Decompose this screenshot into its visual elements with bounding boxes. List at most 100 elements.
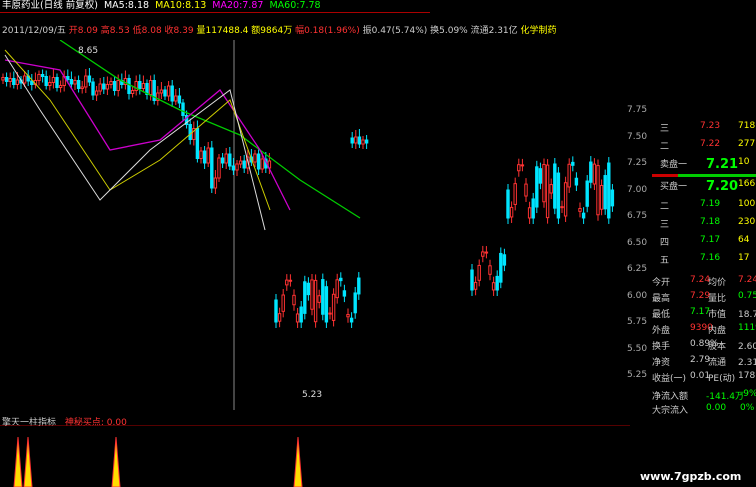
candle-body — [357, 136, 362, 145]
candlestick-chart[interactable]: 8.65 5.23 — [0, 40, 625, 410]
candle-body — [199, 150, 203, 159]
candle-body — [556, 172, 561, 219]
candle-body — [242, 160, 246, 169]
candle-body — [331, 293, 336, 321]
candle-body — [213, 177, 218, 189]
ma60-value: 7.78 — [299, 0, 321, 11]
candle-body — [235, 163, 239, 171]
stock-title: 丰原药业(日线 前复权) MA5:8.18 MA10:8.13 MA20:7.8… — [2, 0, 321, 12]
info-close: 收8.39 — [164, 26, 194, 36]
ma20-label: MA20: — [212, 0, 243, 11]
candle-body — [105, 84, 110, 90]
candle-body — [109, 81, 113, 85]
flow-key: 大宗流入 — [652, 406, 689, 416]
candle-body — [80, 86, 84, 89]
candle-body — [288, 279, 293, 282]
candle-body — [353, 292, 357, 314]
info-date: 2011/12/09/五 — [2, 26, 66, 36]
price-axis-label: 5.75 — [627, 317, 648, 327]
buy-signal-spike — [23, 436, 33, 487]
bid-level: 五 — [660, 256, 670, 266]
info-low: 低8.08 — [132, 26, 162, 36]
candle-body — [509, 206, 514, 218]
candle-body — [73, 80, 77, 85]
candle-body — [202, 150, 207, 164]
candle-body — [260, 158, 264, 170]
bid-price: 7.20 — [706, 179, 739, 194]
price-axis-label: 5.50 — [627, 343, 648, 354]
candle-body — [210, 147, 214, 189]
candle-body — [364, 139, 369, 144]
candle-body — [127, 78, 131, 94]
candle-body — [585, 180, 589, 207]
candle-body — [592, 163, 597, 185]
candle-body — [342, 290, 347, 297]
candle-body — [574, 177, 579, 186]
candle-body — [174, 95, 178, 102]
bid-row: 五 7.16 17 — [652, 253, 756, 267]
candle-body — [12, 78, 16, 85]
candle-body — [549, 184, 553, 194]
stat-row: 最高 7.29 量比 0.75 — [652, 291, 756, 305]
info-open: 开8.09 — [68, 26, 98, 36]
stat-key-2: 内盘 — [708, 326, 727, 336]
stat-value-2: 2.31亿 — [738, 358, 756, 368]
candle-body — [8, 78, 12, 82]
candle-body — [299, 306, 303, 323]
info-turnover: 换5.09% — [430, 26, 468, 36]
ma5-value: 8.18 — [127, 0, 150, 11]
candle-body — [166, 85, 171, 97]
bid-volume: 100 — [738, 199, 756, 209]
candle-body — [55, 77, 59, 88]
candle-body — [506, 189, 510, 219]
candle-body — [339, 277, 343, 282]
candle-body — [51, 77, 56, 83]
stat-value-2: 2.60亿 — [738, 342, 756, 352]
price-axis-label: 6.50 — [627, 237, 648, 248]
candle-body — [545, 164, 550, 219]
candle-body — [141, 83, 146, 89]
ma60-line — [59, 40, 361, 219]
bid-level: 二 — [660, 202, 670, 212]
candle-body — [484, 251, 489, 254]
flow-pct: 0% — [740, 403, 755, 413]
ma20-value: 7.87 — [242, 0, 264, 11]
candle-body — [112, 81, 117, 91]
bid-level: 三 — [660, 220, 670, 230]
candle-body — [599, 184, 604, 210]
info-float: 流通2.31亿 — [470, 26, 518, 36]
stock-name: 丰原药业(日线 前复权) — [2, 0, 98, 11]
candle-body — [159, 89, 164, 94]
price-axis-label: 6.00 — [627, 290, 648, 301]
candle-body — [581, 212, 586, 219]
candle-body — [563, 182, 568, 217]
candle-body — [313, 279, 318, 323]
stat-row: 收益(一)0.01PE(动)178.2 — [652, 371, 756, 385]
price-axis-label: 5.25 — [627, 370, 648, 380]
ask-bid-separator — [652, 174, 756, 177]
candle-body — [589, 161, 593, 183]
bid-level: 买盘一 — [660, 182, 688, 192]
candle-body — [531, 198, 535, 219]
ma10-line — [4, 49, 271, 211]
candle-body — [607, 162, 611, 219]
candle-body — [22, 75, 27, 84]
price-axis-label: 7.75 — [627, 105, 648, 115]
candle-body — [524, 183, 528, 197]
candle-body — [231, 165, 236, 171]
candle-body — [181, 102, 185, 116]
indicator-chart[interactable] — [0, 425, 630, 487]
bid-row: 买盘一 7.20 166 — [652, 179, 756, 194]
candle-body — [477, 264, 481, 281]
candle-body — [69, 79, 74, 85]
bid-price: 7.17 — [700, 235, 721, 245]
stat-value-2: 178.2 — [738, 371, 756, 381]
candle-body — [116, 80, 120, 91]
candle-body — [217, 157, 221, 179]
candle-body — [303, 281, 307, 314]
ask-row: 二 7.22 277 — [652, 139, 756, 153]
ask-volume: 10 — [738, 157, 750, 167]
stat-key-2: 量比 — [708, 294, 727, 304]
candle-body — [495, 275, 499, 291]
candle-body — [292, 294, 296, 306]
